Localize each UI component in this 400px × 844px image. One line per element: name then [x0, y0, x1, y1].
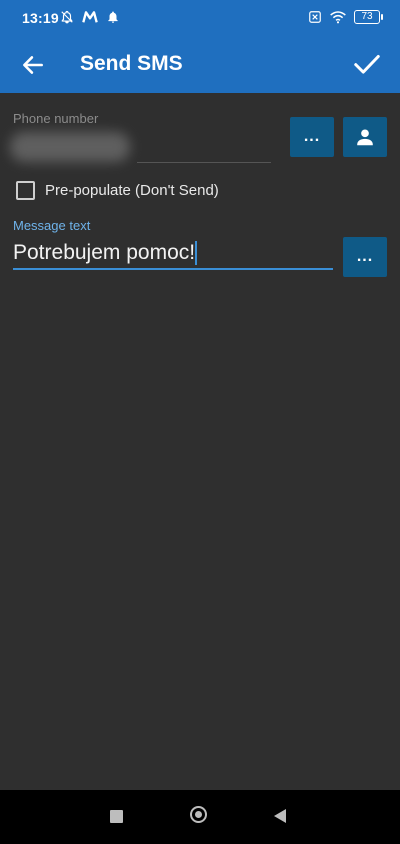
m-logo-icon	[82, 11, 98, 23]
phone-number-field[interactable]	[10, 132, 130, 162]
page-title: Send SMS	[80, 52, 183, 75]
person-icon	[357, 129, 373, 146]
phone-more-label: ...	[303, 128, 321, 145]
arrow-left-icon[interactable]	[20, 52, 46, 78]
status-time: 13:19	[22, 10, 59, 26]
bell-icon	[108, 11, 118, 23]
status-bar: 13:19 73	[0, 0, 400, 38]
text-caret	[195, 241, 198, 265]
status-right-icons: 73	[308, 10, 383, 24]
app-bar: Send SMS	[0, 38, 400, 93]
box-x-icon	[309, 11, 321, 23]
message-more-label: ...	[356, 248, 374, 265]
phone-more-button[interactable]: ...	[290, 117, 334, 157]
phone-number-label: Phone number	[13, 111, 99, 126]
message-more-button[interactable]: ...	[343, 237, 387, 277]
triangle-back-icon[interactable]	[274, 809, 286, 823]
message-text-value: Potrebujem pomoc!	[13, 241, 196, 264]
phone-number-underline	[137, 162, 271, 163]
bell-off-icon	[61, 10, 73, 24]
circle-home-icon[interactable]	[190, 806, 207, 823]
system-nav-bar	[0, 790, 400, 844]
message-text-label: Message text	[13, 218, 91, 233]
prepopulate-label: Pre-populate (Don't Send)	[45, 182, 219, 199]
message-text-input[interactable]: Potrebujem pomoc!	[13, 240, 333, 270]
battery-icon: 73	[354, 10, 383, 24]
status-left-icons	[60, 10, 120, 24]
square-recent-icon[interactable]	[110, 810, 123, 823]
check-icon[interactable]	[352, 49, 382, 79]
prepopulate-row[interactable]: Pre-populate (Don't Send)	[16, 181, 219, 200]
contact-picker-button[interactable]	[343, 117, 387, 157]
battery-level: 73	[361, 11, 373, 22]
wifi-icon	[330, 11, 346, 24]
prepopulate-checkbox[interactable]	[16, 181, 35, 200]
